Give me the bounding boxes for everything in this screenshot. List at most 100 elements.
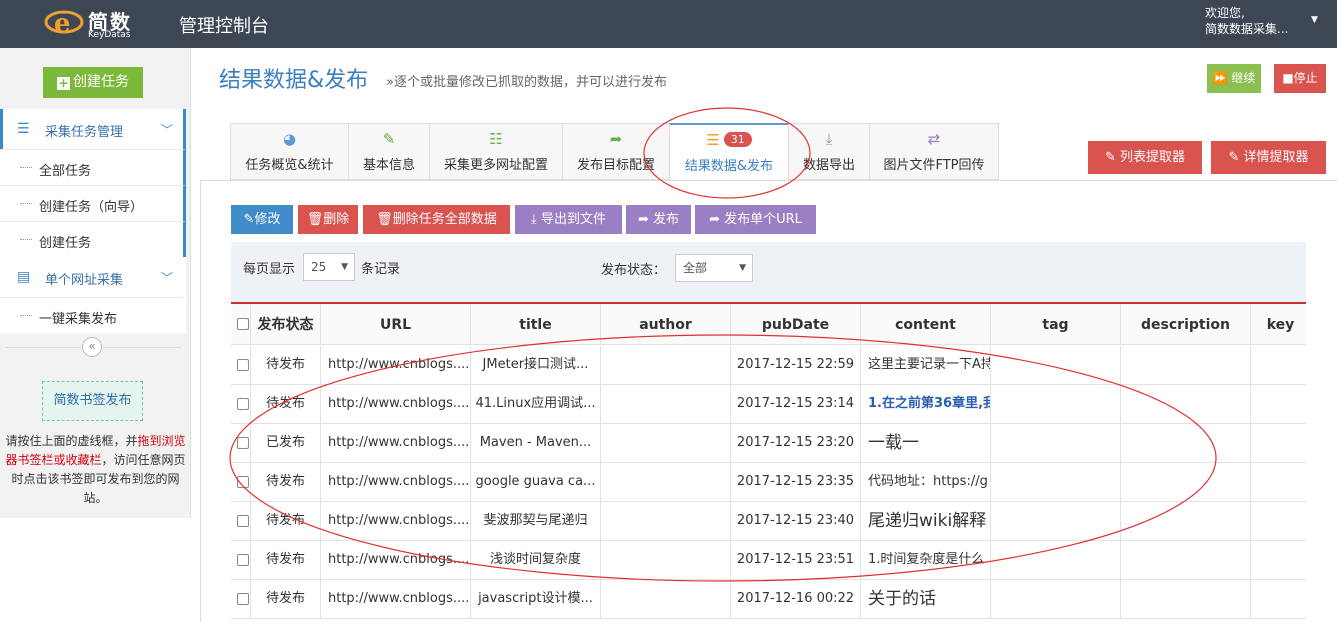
column-header[interactable]: URL — [321, 304, 471, 344]
table-row[interactable]: 待发布 http://www.cnblogs.... JMeter接口测试... 20… — [231, 346, 1306, 385]
row-select-cell — [231, 541, 251, 579]
publish-button[interactable]: ➦ 发布 — [626, 205, 691, 234]
sidebar-item-one-click-publish[interactable]: 一键采集发布 — [0, 297, 186, 333]
table-row[interactable]: 待发布 http://www.cnblogs.... 浅谈时间复杂度 2017-12-… — [231, 541, 1306, 580]
table-row[interactable]: 待发布 http://www.cnblogs.... javascript设计模..… — [231, 580, 1306, 619]
sidebar-item-label: 全部任务 — [39, 164, 92, 179]
cell-date: 2017-12-16 00:22 — [731, 580, 861, 618]
collapse-sidebar-icon[interactable]: « — [82, 337, 102, 357]
edit-button[interactable]: ✎修改 — [231, 205, 293, 234]
table-row[interactable]: 已发布 http://www.cnblogs.... Maven - Maven..… — [231, 424, 1306, 463]
cell-content: 关于的话 — [861, 580, 991, 618]
cell-empty — [1121, 502, 1251, 540]
cell-status: 待发布 — [251, 580, 321, 618]
table-row[interactable]: 待发布 http://www.cnblogs.... 41.Linux应用调试...… — [231, 385, 1306, 424]
cell-empty — [1251, 541, 1306, 579]
tab-results[interactable]: ☰ 31 结果数据&发布 — [669, 123, 789, 181]
sidebar-item-all-tasks[interactable]: 全部任务 — [0, 149, 186, 185]
row-checkbox[interactable] — [237, 593, 249, 605]
per-page-label: 每页显示 — [243, 262, 296, 277]
row-select-cell — [231, 580, 251, 618]
status-filter-select[interactable]: 全部 ▼ — [675, 254, 753, 282]
tab-overview[interactable]: ◕ 任务概览&统计 — [230, 123, 349, 180]
list-extractor-button[interactable]: ✎ 列表提取器 — [1088, 141, 1202, 174]
bookmark-publish-button[interactable]: 简数书签发布 — [42, 381, 143, 421]
table-header: 发布状态 URL title author pubDate content tag descr… — [231, 304, 1306, 345]
user-menu[interactable]: 欢迎您, 简数数据采集... — [1205, 5, 1288, 37]
database-icon: ☰ — [706, 131, 720, 149]
per-page-select[interactable]: 25 ▼ — [303, 253, 355, 281]
tab-basic-info[interactable]: ✎ 基本信息 — [348, 123, 430, 180]
records-label: 条记录 — [361, 262, 401, 277]
cell-empty — [991, 580, 1121, 618]
cell-empty — [1251, 502, 1306, 540]
create-task-button[interactable]: + 创建任务 — [43, 67, 143, 98]
column-header[interactable]: pubDate — [731, 304, 861, 344]
column-header[interactable]: tag — [991, 304, 1121, 344]
row-checkbox[interactable] — [237, 476, 249, 488]
cell-url: http://www.cnblogs.... — [321, 346, 471, 384]
export-file-button[interactable]: ⤓ 导出到文件 — [515, 205, 622, 234]
download-icon: ⤓ — [531, 212, 537, 227]
filter-bar: 每页显示 25 ▼ 条记录 发布状态： 全部 ▼ — [231, 242, 1306, 302]
tab-publish-target[interactable]: ➦ 发布目标配置 — [562, 123, 670, 180]
tab-export[interactable]: ⤓ 数据导出 — [788, 123, 870, 180]
cell-empty — [1121, 580, 1251, 618]
sidebar-group-task-management[interactable]: ☰ 采集任务管理 ﹀ — [0, 109, 186, 149]
cell-empty — [1251, 580, 1306, 618]
cell-url: http://www.cnblogs.... — [321, 463, 471, 501]
publish-single-url-button[interactable]: ➦ 发布单个URL — [695, 205, 816, 234]
continue-button[interactable]: ⏩ 继续 — [1207, 64, 1261, 93]
cell-empty — [991, 424, 1121, 462]
caret-down-icon[interactable]: ▼ — [1311, 15, 1318, 25]
column-header[interactable]: description — [1121, 304, 1251, 344]
cell-empty — [1121, 541, 1251, 579]
sidebar-group-single-url[interactable]: ▤ 单个网址采集 ﹀ — [0, 257, 186, 297]
cell-title: JMeter接口测试... — [471, 346, 601, 384]
delete-button[interactable]: 🗑删除 — [298, 205, 358, 234]
row-checkbox[interactable] — [237, 515, 249, 527]
username: 简数数据采集... — [1205, 22, 1289, 36]
cell-empty — [1251, 424, 1306, 462]
cell-date: 2017-12-15 23:40 — [731, 502, 861, 540]
delete-all-button[interactable]: 🗑删除任务全部数据 — [363, 205, 510, 234]
row-checkbox[interactable] — [237, 437, 249, 449]
cell-status: 待发布 — [251, 502, 321, 540]
select-all-checkbox[interactable] — [237, 318, 249, 330]
cell-empty — [991, 541, 1121, 579]
select-all-cell — [231, 304, 251, 344]
column-header[interactable]: 发布状态 — [251, 304, 321, 344]
cell-author — [601, 541, 731, 579]
detail-extractor-button[interactable]: ✎ 详情提取器 — [1211, 141, 1326, 174]
cell-date: 2017-12-15 23:51 — [731, 541, 861, 579]
row-checkbox[interactable] — [237, 398, 249, 410]
sidebar-item-create-task[interactable]: 创建任务 — [0, 221, 186, 257]
dashboard-icon: ◕ — [282, 130, 297, 148]
column-header[interactable]: title — [471, 304, 601, 344]
cell-empty — [1251, 463, 1306, 501]
column-header[interactable]: author — [601, 304, 731, 344]
cell-empty — [1121, 424, 1251, 462]
logo[interactable]: e 简数 KeyDatas — [40, 4, 150, 44]
row-checkbox[interactable] — [237, 554, 249, 566]
cell-date: 2017-12-15 23:20 — [731, 424, 861, 462]
cell-url: http://www.cnblogs.... — [321, 541, 471, 579]
trash-icon: 🗑 — [306, 212, 324, 227]
sidebar-group-label: 采集任务管理 — [45, 125, 124, 140]
cell-author — [601, 385, 731, 423]
cell-author — [601, 424, 731, 462]
table-row[interactable]: 待发布 http://www.cnblogs.... google guava ca… — [231, 463, 1306, 502]
column-header[interactable]: key — [1251, 304, 1306, 344]
stop-button[interactable]: ■停止 — [1274, 64, 1326, 93]
create-task-label: 创建任务 — [73, 74, 129, 90]
transfer-icon: ⇄ — [927, 130, 941, 148]
tab-ftp[interactable]: ⇄ 图片文件FTP回传 — [869, 123, 999, 180]
table-row[interactable]: 待发布 http://www.cnblogs.... 斐波那契与尾递归 2017-12… — [231, 502, 1306, 541]
tab-more-urls[interactable]: ☷ 采集更多网址配置 — [429, 123, 563, 180]
cell-url: http://www.cnblogs.... — [321, 502, 471, 540]
cell-title: 浅谈时间复杂度 — [471, 541, 601, 579]
column-header[interactable]: content — [861, 304, 991, 344]
share-icon: ➦ — [709, 212, 720, 227]
row-checkbox[interactable] — [237, 359, 249, 371]
sidebar-item-create-wizard[interactable]: 创建任务（向导） — [0, 185, 186, 221]
